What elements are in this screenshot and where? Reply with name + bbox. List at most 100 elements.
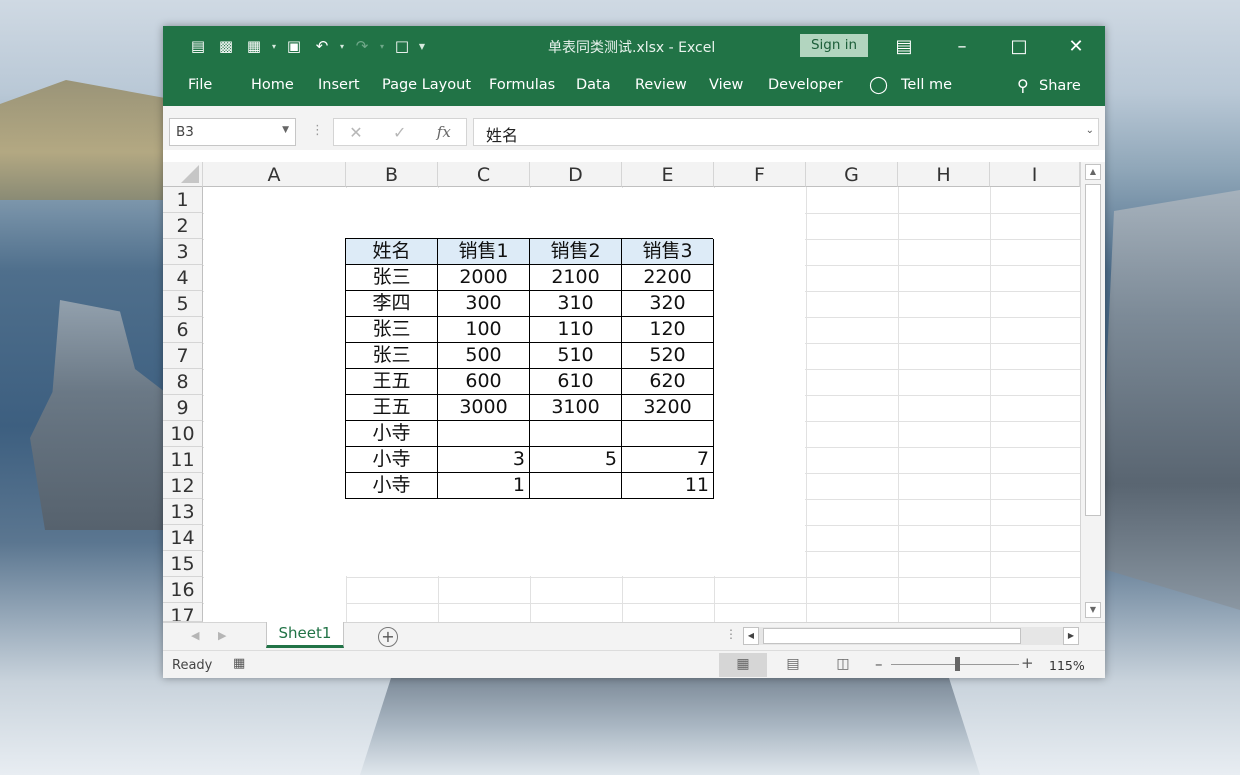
- table-name-cell[interactable]: 王五: [346, 395, 438, 421]
- row-header-8[interactable]: 8: [163, 369, 203, 395]
- sheet-tab-sheet1[interactable]: Sheet1: [266, 622, 344, 648]
- table-cell[interactable]: [622, 421, 714, 447]
- column-header-h[interactable]: H: [898, 162, 990, 187]
- column-header-c[interactable]: C: [438, 162, 530, 187]
- scroll-left-icon[interactable]: ◀: [743, 627, 759, 645]
- table-cell[interactable]: 5: [530, 447, 622, 473]
- tab-review[interactable]: Review: [635, 77, 687, 93]
- close-icon[interactable]: ✕: [1048, 26, 1104, 66]
- table-name-cell[interactable]: 王五: [346, 369, 438, 395]
- row-header-11[interactable]: 11: [163, 447, 203, 473]
- table-header-cell[interactable]: 姓名: [346, 239, 438, 265]
- table-cell[interactable]: [438, 421, 530, 447]
- formula-input[interactable]: 姓名 ⌄: [473, 118, 1099, 146]
- table-cell[interactable]: [530, 421, 622, 447]
- tab-formulas[interactable]: Formulas: [489, 77, 555, 93]
- table-cell[interactable]: 120: [622, 317, 714, 343]
- table-cell[interactable]: 300: [438, 291, 530, 317]
- column-header-f[interactable]: F: [714, 162, 806, 187]
- tab-data[interactable]: Data: [576, 77, 611, 93]
- ribbon-display-icon[interactable]: ▤: [876, 26, 932, 66]
- chevron-down-icon[interactable]: ▼: [282, 125, 289, 135]
- table-cell[interactable]: [530, 473, 622, 499]
- tab-view[interactable]: View: [709, 77, 743, 93]
- row-header-5[interactable]: 5: [163, 291, 203, 317]
- tab-page-layout[interactable]: Page Layout: [382, 77, 471, 93]
- zoom-out-icon[interactable]: –: [875, 655, 883, 673]
- vertical-scrollbar[interactable]: ▲ ▼: [1080, 162, 1105, 622]
- table-cell[interactable]: 2200: [622, 265, 714, 291]
- chevron-down-icon[interactable]: ▾: [269, 42, 279, 51]
- row-header-12[interactable]: 12: [163, 473, 203, 499]
- tab-splitter-icon[interactable]: ⋮: [725, 627, 737, 641]
- row-header-3[interactable]: 3: [163, 239, 203, 265]
- scroll-right-icon[interactable]: ▶: [1063, 627, 1079, 645]
- layout-icon[interactable]: ▦: [241, 33, 267, 59]
- chevron-down-icon[interactable]: ▾: [337, 42, 347, 51]
- maximize-icon[interactable]: □: [991, 26, 1047, 66]
- customize-icon[interactable]: ▼: [417, 42, 427, 51]
- name-box[interactable]: B3 ▼: [169, 118, 296, 146]
- minimize-icon[interactable]: –: [934, 26, 990, 66]
- tell-me-search[interactable]: Tell me: [901, 77, 952, 93]
- row-header-13[interactable]: 13: [163, 499, 203, 525]
- prev-sheet-icon[interactable]: ◀: [191, 629, 199, 642]
- row-header-7[interactable]: 7: [163, 343, 203, 369]
- tab-developer[interactable]: Developer: [768, 77, 843, 93]
- normal-view-icon[interactable]: ▦: [719, 653, 767, 677]
- table-name-cell[interactable]: 张三: [346, 343, 438, 369]
- horizontal-scrollbar[interactable]: ◀ ▶: [743, 627, 1079, 645]
- chevron-down-icon[interactable]: ▾: [377, 42, 387, 51]
- column-header-b[interactable]: B: [346, 162, 438, 187]
- share-button[interactable]: Share: [1039, 78, 1081, 94]
- add-sheet-icon[interactable]: +: [378, 627, 398, 647]
- save-icon[interactable]: ▣: [281, 33, 307, 59]
- table-cell[interactable]: 310: [530, 291, 622, 317]
- table-cell[interactable]: 500: [438, 343, 530, 369]
- row-header-17[interactable]: 17: [163, 603, 203, 622]
- zoom-level[interactable]: 115%: [1049, 658, 1085, 673]
- column-header-a[interactable]: A: [203, 162, 346, 187]
- lightbulb-icon[interactable]: ◯: [869, 75, 888, 95]
- table-cell[interactable]: 110: [530, 317, 622, 343]
- table-header-cell[interactable]: 销售1: [438, 239, 530, 265]
- row-header-14[interactable]: 14: [163, 525, 203, 551]
- table-cell[interactable]: 620: [622, 369, 714, 395]
- table-name-cell[interactable]: 小寺: [346, 447, 438, 473]
- formula-bar-grip-icon[interactable]: ⋮: [311, 123, 324, 138]
- redo-icon[interactable]: ↷: [349, 33, 375, 59]
- page-break-view-icon[interactable]: ◫: [819, 653, 867, 677]
- tab-home[interactable]: Home: [251, 77, 294, 93]
- table-header-cell[interactable]: 销售3: [622, 239, 714, 265]
- table-cell[interactable]: 2000: [438, 265, 530, 291]
- row-header-16[interactable]: 16: [163, 577, 203, 603]
- table-cell[interactable]: 3100: [530, 395, 622, 421]
- select-all-button[interactable]: [163, 162, 203, 187]
- table-header-cell[interactable]: 销售2: [530, 239, 622, 265]
- table-cell[interactable]: 3000: [438, 395, 530, 421]
- horizontal-scroll-thumb[interactable]: [763, 628, 1021, 644]
- column-header-i[interactable]: I: [990, 162, 1080, 187]
- column-header-d[interactable]: D: [530, 162, 622, 187]
- table-cell[interactable]: 1: [438, 473, 530, 499]
- table-name-cell[interactable]: 小寺: [346, 473, 438, 499]
- column-header-g[interactable]: G: [806, 162, 898, 187]
- macro-record-icon[interactable]: ▦: [233, 656, 245, 671]
- table-cell[interactable]: 510: [530, 343, 622, 369]
- table-cell[interactable]: 320: [622, 291, 714, 317]
- sign-in-button[interactable]: Sign in: [800, 34, 868, 57]
- scroll-up-icon[interactable]: ▲: [1085, 164, 1101, 180]
- table-cell[interactable]: 3: [438, 447, 530, 473]
- table-cell[interactable]: 3200: [622, 395, 714, 421]
- column-header-e[interactable]: E: [622, 162, 714, 187]
- scroll-down-icon[interactable]: ▼: [1085, 602, 1101, 618]
- table-cell[interactable]: 600: [438, 369, 530, 395]
- enter-check-icon[interactable]: ✓: [393, 123, 406, 142]
- expand-formula-bar-icon[interactable]: ⌄: [1086, 125, 1094, 136]
- table-cell[interactable]: 2100: [530, 265, 622, 291]
- table-cell[interactable]: 610: [530, 369, 622, 395]
- row-header-4[interactable]: 4: [163, 265, 203, 291]
- worksheet-grid[interactable]: A B C D E F G H I 1 2 3 4 5 6 7 8 9 10 1…: [163, 162, 1105, 622]
- table-name-cell[interactable]: 李四: [346, 291, 438, 317]
- insert-function-icon[interactable]: fx: [437, 123, 451, 141]
